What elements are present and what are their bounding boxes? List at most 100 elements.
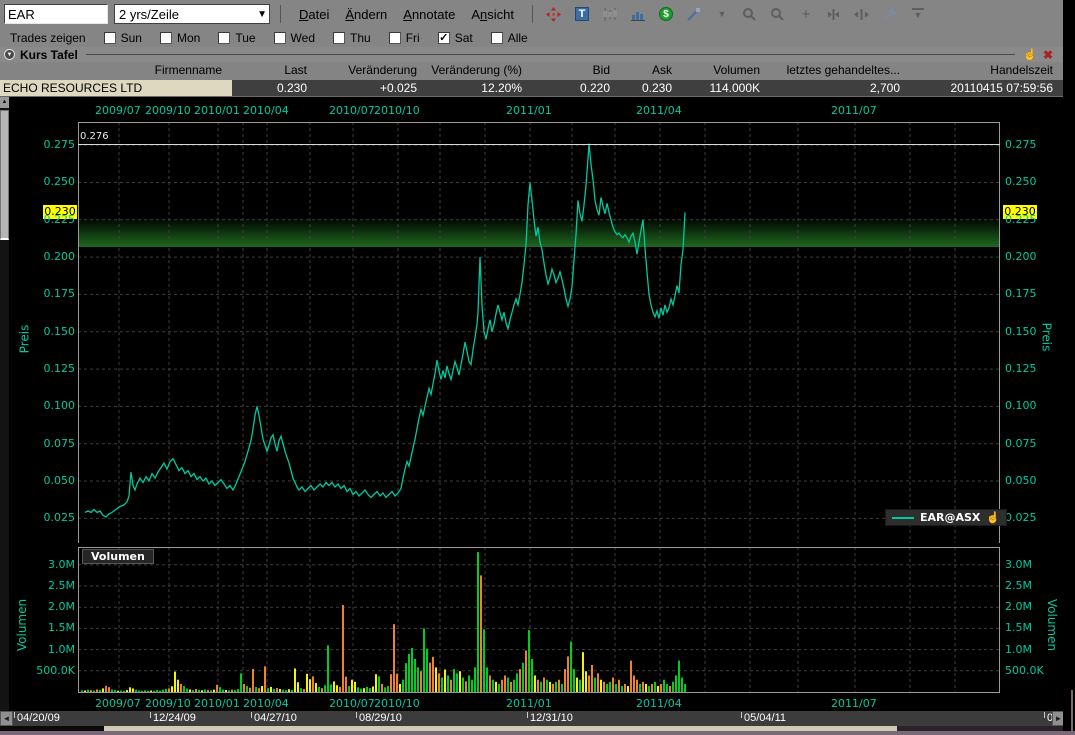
day-label: Sat [455, 31, 473, 45]
column-header[interactable]: Firmenname [0, 62, 232, 80]
price-tick-label: 0.025 [5, 511, 75, 524]
candlestick-icon[interactable] [601, 5, 619, 23]
day-checkbox-mon[interactable]: Mon [160, 31, 200, 45]
quote-cell: 2,700 [770, 80, 910, 96]
expand-horizontal-icon[interactable] [825, 5, 843, 23]
volume-tick-label: 500.0K [5, 664, 75, 677]
day-checkbox-tue[interactable]: Tue [218, 31, 255, 45]
quote-panel-header: ▼ Kurs Tafel ☝ ✖ [0, 47, 1063, 62]
scrollbar-date-label: 12/31/10 [530, 712, 573, 724]
day-checkbox-group: Sun Mon Tue Wed Thu Fri ✓ Sat Alle [86, 31, 528, 45]
right-edge [1063, 0, 1075, 735]
checkbox-icon[interactable] [104, 32, 116, 44]
collapse-panel-icon[interactable]: ▼ [4, 49, 15, 60]
scrollbar-date-label: 04/27/10 [254, 712, 297, 724]
column-header[interactable]: Handelszeit [910, 62, 1063, 80]
dollar-icon[interactable]: $ [657, 5, 675, 23]
trendline-icon[interactable] [685, 5, 703, 23]
quote-row[interactable]: ECHO RESOURCES LTD0.230+0.02512.20%0.220… [0, 80, 1063, 97]
x-axis-label: 2009/10 [145, 104, 191, 117]
scrollbar-date: 08/29/10 [356, 712, 402, 724]
tick-mark [741, 712, 742, 718]
symbol-input[interactable] [4, 4, 108, 24]
company-name-cell: ECHO RESOURCES LTD [0, 80, 232, 96]
date-scrollbar[interactable]: 04/20/0912/24/0904/27/1008/29/1012/31/10… [0, 711, 1066, 726]
series-legend[interactable]: EAR@ASX ☝ [885, 509, 1007, 526]
zoom-out-icon[interactable] [769, 5, 787, 23]
x-axis-label: 2010/10 [374, 697, 420, 710]
window-border-bottom [0, 731, 1075, 735]
menu-datei[interactable]: Datei [299, 7, 329, 22]
day-checkbox-sun[interactable]: Sun [104, 31, 142, 45]
move-icon[interactable] [545, 5, 563, 23]
zoom-in-icon[interactable] [741, 5, 759, 23]
quote-cell: 20110415 07:59:56 [910, 80, 1063, 96]
day-label: Tue [235, 31, 255, 45]
column-header[interactable]: Bid [532, 62, 620, 80]
column-header[interactable]: letztes gehandeltes... [770, 62, 910, 80]
trades-row: Trades zeigen SunMonTueWedThuFri✓SatAlle [0, 28, 1063, 47]
price-tick-label: 0.225 [5, 213, 75, 226]
menu-annotate[interactable]: Annotate [403, 7, 455, 22]
checkbox-icon[interactable]: ✓ [438, 32, 450, 44]
separator [280, 5, 281, 23]
quote-cell: +0.025 [317, 80, 427, 96]
day-label: Mon [177, 31, 200, 45]
scrollbar-date: 04/27/10 [251, 712, 297, 724]
tick-mark [251, 712, 252, 718]
close-icon[interactable]: ✖ [1043, 48, 1053, 62]
checkbox-icon[interactable] [160, 32, 172, 44]
trendline-caret-icon[interactable]: ▼ [713, 5, 731, 23]
day-checkbox-thu[interactable]: Thu [333, 31, 371, 45]
checkbox-icon[interactable] [333, 32, 345, 44]
x-axis-label: 2009/10 [145, 697, 191, 710]
scrollbar-date-label: 05/04/11 [744, 712, 786, 724]
vertical-scrollbar-thumb[interactable] [0, 110, 9, 240]
chevron-down-icon[interactable]: ▼ [257, 9, 267, 20]
checkbox-icon[interactable] [389, 32, 401, 44]
x-axis-label: 2010/01 [194, 104, 240, 117]
price-tick-label: 0.275 [5, 138, 75, 151]
crosshair-icon[interactable]: + [797, 5, 815, 23]
price-axis-title-right: Preis [1039, 323, 1053, 352]
price-tick-label: 0.100 [5, 399, 75, 412]
x-axis-label: 2010/07 [329, 697, 375, 710]
column-header[interactable]: Ask [620, 62, 682, 80]
price-tick-label: 0.250 [5, 175, 75, 188]
menu-ansicht[interactable]: Ansicht [471, 7, 514, 22]
column-header[interactable]: Last [232, 62, 317, 80]
day-checkbox-sat[interactable]: ✓ Sat [438, 31, 473, 45]
column-header[interactable]: Veränderung [317, 62, 427, 80]
scrollbar-date: 12/24/09 [150, 712, 196, 724]
checkbox-icon[interactable] [274, 32, 286, 44]
x-axis-label: 2011/07 [831, 697, 877, 710]
scroll-up-button[interactable]: ▲ [0, 97, 9, 108]
text-tool-icon[interactable]: T [573, 5, 591, 23]
column-header[interactable]: Veränderung (%) [427, 62, 532, 80]
day-checkbox-wed[interactable]: Wed [274, 31, 315, 45]
wrench-icon[interactable] [881, 5, 899, 23]
period-select[interactable]: 2 yrs/Zeile ▼ [114, 4, 270, 24]
price-chart[interactable] [78, 122, 1000, 543]
high-price-line [78, 144, 1000, 145]
x-axis-label: 2009/07 [95, 104, 141, 117]
bar-chart-icon[interactable] [629, 5, 647, 23]
collapse-horizontal-icon[interactable] [853, 5, 871, 23]
day-checkbox-fri[interactable]: Fri [389, 31, 420, 45]
main-toolbar: 2 yrs/Zeile ▼ Datei Ändern Annotate Ansicht… [0, 0, 1063, 28]
hand-icon[interactable]: ☝ [1023, 48, 1037, 61]
filter-icon[interactable]: ▼ [909, 5, 927, 23]
day-label: Alle [508, 31, 528, 45]
volume-chart[interactable] [78, 547, 1000, 693]
x-axis-label: 2011/07 [831, 104, 877, 117]
x-axis-label: 2010/10 [374, 104, 420, 117]
column-header[interactable]: Volumen [682, 62, 770, 80]
window-border-right [1071, 690, 1073, 735]
checkbox-icon[interactable] [491, 32, 503, 44]
menu-ndern[interactable]: Ändern [345, 7, 387, 22]
quote-cell: 114.000K [682, 80, 770, 96]
checkbox-icon[interactable] [218, 32, 230, 44]
x-axis-label: 2010/07 [329, 104, 375, 117]
day-checkbox-alle[interactable]: Alle [491, 31, 528, 45]
scroll-left-button[interactable]: ◄ [0, 711, 13, 726]
